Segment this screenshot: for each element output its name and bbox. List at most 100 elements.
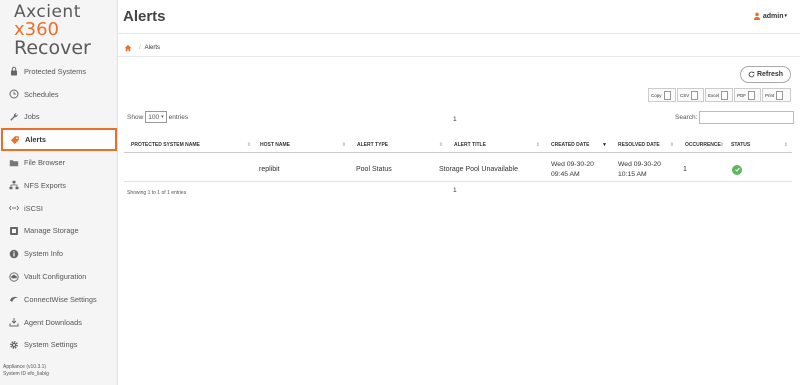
user-icon: [753, 12, 761, 20]
info-icon: [9, 249, 19, 259]
copy-button[interactable]: Copy: [648, 88, 676, 102]
cell-alert-type: Pool Status: [356, 165, 392, 173]
appliance-version: Appliance (v10.3.1) System ID efo_liablg: [3, 364, 49, 377]
sidebar-item-vault-configuration[interactable]: Vault Configuration: [0, 265, 118, 288]
excel-label: Excel: [708, 92, 720, 98]
breadcrumb: / Alerts: [124, 44, 160, 52]
home-icon[interactable]: [124, 44, 132, 52]
sidebar-item-label: System Info: [24, 249, 64, 259]
cell-host-name: replibit: [259, 165, 280, 173]
table-row[interactable]: replibit Pool Status Storage Pool Unavai…: [124, 157, 792, 182]
column-label: CREATED DATE: [551, 141, 590, 148]
sidebar-item-nfs-exports[interactable]: NFS Exports: [0, 174, 118, 197]
connectwise-icon: [9, 294, 19, 304]
pdf-label: PDF: [737, 92, 746, 98]
csv-button[interactable]: CSV: [677, 88, 704, 102]
sidebar-item-connectwise-settings[interactable]: ConnectWise Settings: [0, 288, 118, 311]
sidebar-item-iscsi[interactable]: iSCSI: [0, 197, 118, 220]
search-input[interactable]: [699, 111, 795, 124]
search-label: Search:: [675, 114, 698, 121]
copy-label: Copy: [651, 92, 662, 98]
sort-icon: ⇕: [438, 141, 443, 148]
column-label: STATUS: [731, 141, 751, 148]
sidebar-item-manage-storage[interactable]: Manage Storage: [0, 220, 118, 243]
sort-icon: ⇕: [341, 141, 346, 148]
sidebar-item-label: NFS Exports: [24, 180, 66, 190]
sidebar-item-label: Schedules: [24, 89, 59, 99]
column-status[interactable]: STATUS ⇕: [724, 136, 792, 153]
logo-line-3: Recover: [14, 37, 91, 59]
csv-file-icon: [691, 90, 699, 100]
column-label: ALERT TYPE: [357, 141, 389, 148]
sidebar-item-label: ConnectWise Settings: [24, 294, 97, 304]
pagination-bottom[interactable]: 1: [453, 187, 457, 194]
print-label: Print: [765, 92, 775, 98]
wrench-icon: [9, 112, 19, 122]
system-id-line: System ID efo_liablg: [3, 370, 49, 377]
excel-file-icon: [721, 90, 729, 100]
sidebar-nav: Protected Systems Schedules Jobs Alerts …: [0, 60, 118, 356]
sidebar-item-system-settings[interactable]: System Settings: [0, 334, 118, 357]
entries-select-value: 100: [148, 113, 160, 121]
sidebar: Axcient x360 Recover Protected Systems S…: [0, 0, 118, 385]
refresh-icon: [748, 71, 755, 78]
column-label: OCCURRENCE: [685, 141, 721, 148]
sort-icon: ⇕: [246, 141, 251, 148]
column-protected-system-name[interactable]: PROTECTED SYSTEM NAME ⇕: [124, 136, 255, 153]
cell-resolved-date: Wed 09-30-20 10:15 AM: [618, 157, 661, 182]
print-button[interactable]: Print: [762, 88, 791, 102]
excel-button[interactable]: Excel: [705, 88, 733, 102]
column-host-name[interactable]: HOST NAME ⇕: [253, 136, 350, 153]
resolved-time: 10:15 AM: [618, 170, 647, 178]
show-label: Show: [127, 113, 144, 121]
iscsi-icon: [9, 203, 19, 213]
user-menu[interactable]: admin ▾: [753, 12, 787, 20]
folder-icon: [9, 158, 19, 168]
table-info: Showing 1 to 1 of 1 entries: [127, 190, 187, 196]
created-time: 09:45 AM: [551, 170, 580, 178]
breadcrumb-separator: /: [139, 45, 141, 51]
sidebar-item-label: Agent Downloads: [24, 317, 82, 327]
cloud-icon: [9, 271, 19, 282]
gear-icon: [9, 340, 19, 350]
entries-length-control: Show 100 ▾ entries: [127, 111, 188, 123]
resolved-date: Wed 09-30-20: [618, 160, 661, 168]
user-name: admin: [762, 12, 784, 20]
cell-created-date: Wed 09-30-20 09:45 AM: [551, 157, 594, 182]
header-divider: [118, 33, 800, 34]
refresh-button[interactable]: Refresh: [740, 66, 791, 83]
column-resolved-date[interactable]: RESOLVED DATE ⇕: [611, 136, 678, 153]
printer-icon: [776, 90, 784, 100]
sidebar-item-protected-systems[interactable]: Protected Systems: [0, 60, 118, 83]
sidebar-item-label: Protected Systems: [24, 66, 87, 76]
sidebar-item-system-info[interactable]: System Info: [0, 242, 118, 265]
column-label: RESOLVED DATE: [618, 141, 660, 148]
pagination-top[interactable]: 1: [453, 116, 457, 123]
sidebar-item-file-browser[interactable]: File Browser: [0, 151, 118, 174]
sidebar-item-alerts[interactable]: Alerts: [1, 128, 117, 152]
page-title: Alerts: [123, 8, 166, 25]
cell-status: [732, 157, 742, 182]
table-search: Search:: [675, 111, 795, 124]
sidebar-item-label: Manage Storage: [24, 226, 79, 236]
csv-label: CSV: [680, 92, 690, 98]
sidebar-item-agent-downloads[interactable]: Agent Downloads: [0, 311, 118, 334]
sort-icon: ⇕: [783, 141, 788, 148]
column-alert-title[interactable]: ALERT TITLE ⇕: [447, 136, 544, 153]
sidebar-item-schedules[interactable]: Schedules: [0, 83, 118, 106]
storage-icon: [9, 226, 19, 236]
cell-occurrence: 1: [683, 165, 687, 173]
pdf-button[interactable]: PDF: [734, 88, 761, 102]
column-occurrence[interactable]: OCCURRENCE ⇕: [678, 136, 728, 153]
entries-select[interactable]: 100 ▾: [145, 111, 167, 123]
column-label: HOST NAME: [260, 141, 290, 148]
sidebar-item-label: File Browser: [24, 158, 66, 168]
sort-icon: ⇕: [535, 141, 540, 148]
column-alert-type[interactable]: ALERT TYPE ⇕: [350, 136, 447, 153]
sidebar-item-jobs[interactable]: Jobs: [0, 106, 118, 129]
table-header: PROTECTED SYSTEM NAME ⇕ HOST NAME ⇕ ALERT …: [124, 136, 792, 153]
caret-down-icon: ▾: [784, 13, 787, 19]
axcient-logo[interactable]: Axcient x360 Recover: [14, 4, 110, 58]
copy-icon: [663, 90, 671, 100]
column-created-date[interactable]: CREATED DATE ▼: [544, 136, 611, 153]
